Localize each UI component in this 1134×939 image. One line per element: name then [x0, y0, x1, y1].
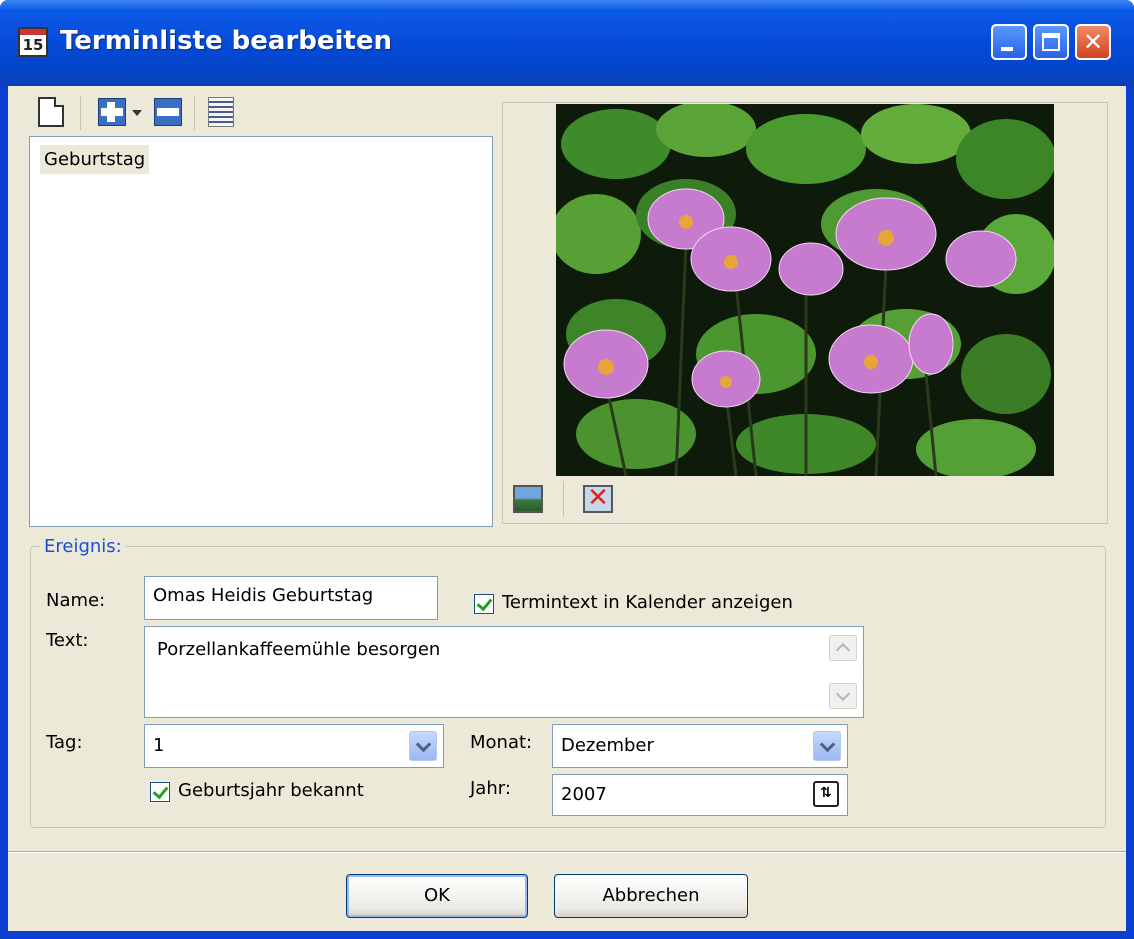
- maximize-button[interactable]: [1033, 24, 1069, 60]
- image-toolbar-separator: [563, 481, 564, 517]
- window-title: Terminliste bearbeiten: [60, 26, 393, 56]
- name-label: Name:: [46, 590, 106, 611]
- delete-image-glyph: ✕: [587, 483, 609, 513]
- month-combobox-value: Dezember: [561, 735, 654, 756]
- text-label: Text:: [46, 630, 89, 651]
- toolbar-separator: [80, 96, 81, 130]
- event-groupbox-legend: Ereignis:: [40, 536, 126, 557]
- event-list[interactable]: Geburtstag: [29, 136, 493, 527]
- scroll-up-button[interactable]: [829, 635, 857, 661]
- new-document-icon[interactable]: [38, 97, 64, 127]
- dropdown-arrow-icon[interactable]: [132, 110, 142, 116]
- show-in-calendar-checkbox[interactable]: [474, 594, 494, 614]
- birthyear-known-label[interactable]: Geburtsjahr bekannt: [178, 780, 364, 801]
- name-field[interactable]: Omas Heidis Geburtstag: [144, 576, 438, 620]
- birthyear-known-checkbox[interactable]: [150, 782, 170, 802]
- year-spinner[interactable]: 2007 ⇅: [552, 774, 848, 816]
- dialog-body: Geburtstag ✕ Ereignis: Name: Omas Heidis…: [8, 86, 1126, 931]
- scroll-down-button[interactable]: [829, 683, 857, 709]
- show-in-calendar-label[interactable]: Termintext in Kalender anzeigen: [502, 592, 793, 613]
- month-label: Monat:: [470, 732, 533, 753]
- button-divider: [8, 851, 1126, 853]
- day-label: Tag:: [46, 732, 83, 753]
- calendar-icon: 15: [18, 27, 48, 57]
- name-field-value: Omas Heidis Geburtstag: [153, 585, 374, 606]
- day-combobox[interactable]: 1: [144, 724, 444, 768]
- cancel-button[interactable]: Abbrechen: [554, 874, 748, 918]
- dialog-window: 15 Terminliste bearbeiten ✕ Geburtstag ✕…: [0, 0, 1134, 939]
- year-label: Jahr:: [470, 778, 511, 799]
- list-icon[interactable]: [208, 97, 234, 127]
- remove-icon[interactable]: [154, 98, 182, 126]
- text-area-value: Porzellankaffeemühle besorgen: [157, 639, 441, 660]
- year-spinner-value: 2007: [561, 784, 607, 805]
- month-dropdown-button[interactable]: [813, 731, 841, 761]
- text-area[interactable]: Porzellankaffeemühle besorgen: [144, 626, 864, 718]
- delete-image-icon[interactable]: ✕: [583, 483, 613, 513]
- calendar-icon-number: 15: [22, 36, 44, 54]
- close-button[interactable]: ✕: [1075, 24, 1111, 60]
- close-icon: ✕: [1082, 28, 1104, 56]
- minimize-button[interactable]: [991, 24, 1027, 60]
- list-item[interactable]: Geburtstag: [40, 145, 150, 174]
- insert-image-icon[interactable]: [513, 485, 543, 513]
- add-icon[interactable]: [98, 98, 126, 126]
- image-panel: ✕: [502, 102, 1108, 524]
- toolbar-separator: [194, 96, 195, 130]
- ok-button[interactable]: OK: [346, 874, 528, 918]
- water-lily-photo: [556, 104, 1054, 476]
- day-combobox-value: 1: [153, 735, 165, 756]
- year-spin-button[interactable]: ⇅: [813, 781, 839, 807]
- title-bar[interactable]: 15 Terminliste bearbeiten ✕: [0, 0, 1134, 86]
- month-combobox[interactable]: Dezember: [552, 724, 848, 768]
- day-dropdown-button[interactable]: [409, 731, 437, 761]
